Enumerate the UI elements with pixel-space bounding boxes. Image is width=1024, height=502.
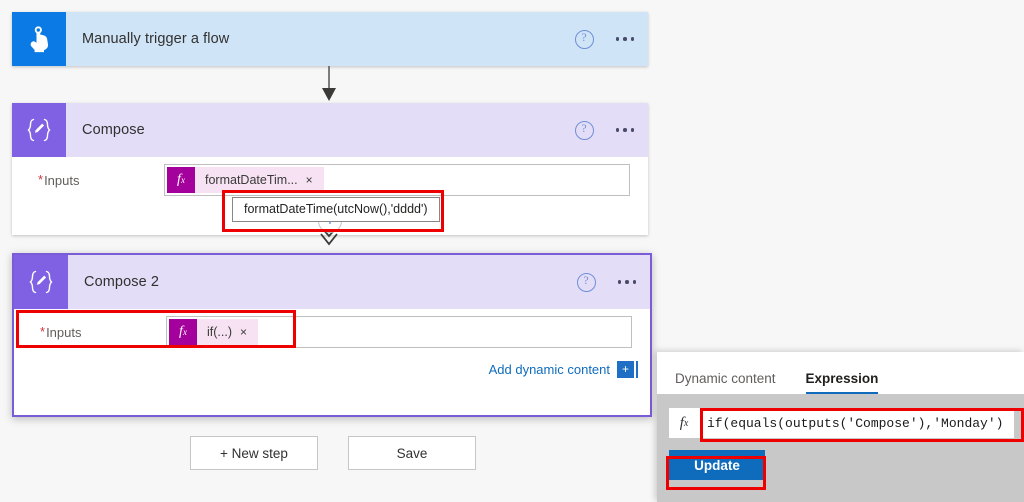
dynamic-content-expression-panel: Dynamic content Expression fx Update bbox=[657, 352, 1024, 502]
update-button[interactable]: Update bbox=[669, 450, 765, 480]
fx-icon: fx bbox=[669, 408, 699, 438]
panel-tab-list: Dynamic content Expression bbox=[657, 352, 1024, 394]
expression-preview-tooltip: formatDateTime(utcNow(),'dddd') bbox=[232, 197, 440, 222]
tab-expression[interactable]: Expression bbox=[805, 371, 878, 394]
panel-body: fx Update bbox=[657, 394, 1024, 502]
tab-dynamic-content[interactable]: Dynamic content bbox=[675, 371, 776, 394]
flow-designer-canvas: Manually trigger a flow ? Compose ? *Inp… bbox=[0, 0, 1024, 502]
expression-input[interactable] bbox=[699, 408, 1014, 438]
expression-editor-row: fx bbox=[669, 408, 1014, 438]
